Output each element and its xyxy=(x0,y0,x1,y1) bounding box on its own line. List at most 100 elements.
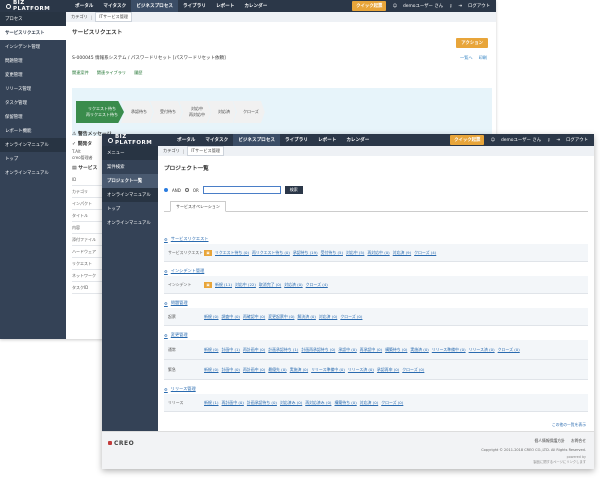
nav-calendar[interactable]: カレンダー xyxy=(341,134,374,146)
sidebar-item-service-request[interactable]: サービスリクエスト xyxy=(0,26,66,40)
user-icon: ☺ xyxy=(490,137,496,143)
settings-icon: ⚙ xyxy=(164,386,168,392)
nav-business-process[interactable]: ビジネスプロセス xyxy=(131,0,178,12)
folder-icon: ▣ xyxy=(204,249,212,256)
breadcrumb-it-service[interactable]: ITサービス管理 xyxy=(187,146,225,156)
related-cases-link[interactable]: 関連案件 xyxy=(72,70,89,76)
breadcrumb-it-service[interactable]: ITサービス管理 xyxy=(95,12,133,22)
sidebar-item-release[interactable]: リリース管理 xyxy=(0,82,66,96)
nav-calendar[interactable]: カレンダー xyxy=(239,0,272,12)
assignee-role: creo管理者 xyxy=(72,155,93,160)
sidebar-item-project-list[interactable]: プロジェクト一覧 xyxy=(102,174,158,188)
flow-step-request-wait[interactable]: リクエスト待ち 再リクエスト待ち xyxy=(76,101,124,123)
group-incident: ⚙ インシデント管理 インシデント ▣ 新規 (11) 対応中 (22) 取消完了 (… xyxy=(164,266,588,294)
main-nav: ポータル マイタスク ビジネスプロセス ライブラリ レポート カレンダー xyxy=(172,134,374,146)
top-navbar: BIZ PLATFORM ポータル マイタスク ビジネスプロセス ライブラリ レ… xyxy=(102,134,594,146)
sidebar-item-online-manual[interactable]: オンラインマニュアル xyxy=(0,166,66,180)
quick-access-button[interactable]: クイック起票 xyxy=(450,135,485,145)
assignee-name: T.Alt xyxy=(72,149,81,154)
flow-step-approval-wait[interactable]: 承認待ち xyxy=(121,101,153,123)
service-heading: ▤ サービス xyxy=(72,166,98,171)
sidebar-header-manual: オンラインマニュアル xyxy=(0,138,66,152)
settings-icon: ⚙ xyxy=(164,300,168,306)
sidebar-item-online-manual[interactable]: オンラインマニュアル xyxy=(102,216,158,230)
settings-icon: ⚙ xyxy=(164,268,168,274)
search-input[interactable] xyxy=(202,186,281,194)
logout-link[interactable]: ログアウト xyxy=(566,137,588,143)
sidebar-item-case-search[interactable]: 案件検索 xyxy=(102,160,158,174)
privacy-policy-link[interactable]: 個人情報保護方針 xyxy=(534,438,564,444)
and-radio[interactable] xyxy=(164,188,168,192)
app-logo[interactable]: BIZ PLATFORM xyxy=(0,0,70,12)
or-radio[interactable] xyxy=(184,188,189,192)
sidebar-item-top[interactable]: トップ xyxy=(102,202,158,216)
nav-library[interactable]: ライブラリ xyxy=(178,0,211,12)
sidebar-item-problem[interactable]: 問題管理 xyxy=(0,54,66,68)
record-title: S-000045 情報系システム / パスワードリセット [パスワードリセット依… xyxy=(72,56,226,61)
sidebar-item-top[interactable]: トップ xyxy=(0,152,66,166)
nav-my-task[interactable]: マイタスク xyxy=(200,134,233,146)
group-problem: ⚙ 問題管理 起票 新規 (0) 調査中 (0) 再確認中 (0) 変更起票中 (0) 解… xyxy=(164,298,588,326)
settings-icon: ⚙ xyxy=(164,236,168,242)
main-nav: ポータル マイタスク ビジネスプロセス ライブラリ レポート カレンダー xyxy=(70,0,272,12)
sidebar-item-change[interactable]: 変更管理 xyxy=(0,68,66,82)
footer: CREO 個人情報保護方針 お問合せ Copyright © 2011-2018… xyxy=(102,431,594,469)
flow-step-done[interactable]: 対応済 xyxy=(208,101,236,123)
back-to-list-link[interactable]: 一覧へ xyxy=(460,55,473,61)
contact-link[interactable]: お問合せ xyxy=(571,438,586,444)
nav-report[interactable]: レポート xyxy=(313,134,341,146)
group-row: 通常 新規 (0) 計画中 (1) 再計画中 (0) 計画承認待ち (1) 計画再承認待… xyxy=(164,340,588,360)
app-logo[interactable]: BIZ PLATFORM xyxy=(102,134,172,146)
flow-step-in-progress[interactable]: 対応中 再対応中 xyxy=(179,101,211,123)
breadcrumb: カテゴリ | ITサービス管理 xyxy=(66,12,496,22)
tab-bar: サービスオペレーション xyxy=(164,201,588,212)
user-name[interactable]: demoユーザー さん xyxy=(501,137,541,143)
folder-icon: ▣ xyxy=(204,281,212,288)
nav-portal[interactable]: ポータル xyxy=(172,134,200,146)
key-icon[interactable]: ⚷ xyxy=(547,138,550,143)
status-links: 新規 (0) 計画中 (0) 再計画中 (0) 最優先 (0) 実施済 (0) リリース準… xyxy=(204,366,425,372)
nav-portal[interactable]: ポータル xyxy=(70,0,98,12)
nav-library[interactable]: ライブラリ xyxy=(280,134,313,146)
copyright: Copyright © 2011-2018 CREO CO.,LTD. All … xyxy=(481,448,586,452)
open-tasks-heading: ✓ 開発タ xyxy=(72,142,93,147)
sidebar-item-hold[interactable]: 保留管理 xyxy=(0,110,66,124)
logout-link[interactable]: ログアウト xyxy=(468,3,490,9)
quick-access-button[interactable]: クイック起票 xyxy=(352,1,387,11)
sidebar-header-manual: オンラインマニュアル xyxy=(102,188,158,202)
creo-logo: CREO xyxy=(108,440,134,447)
history-link[interactable]: 履歴 xyxy=(134,70,142,76)
sidebar-item-task[interactable]: タスク管理 xyxy=(0,96,66,110)
settings-icon: ⚙ xyxy=(164,332,168,338)
main-content: プロジェクト一覧 AND OR 検索 サービスオペレーション ⚙ サービスリクエス… xyxy=(158,156,594,469)
logo-icon xyxy=(108,137,113,143)
key-icon[interactable]: ⚷ xyxy=(449,4,452,9)
powered-by[interactable]: powered by 製品に関するページにリンクします xyxy=(533,455,586,464)
flow-step-closed[interactable]: クローズ xyxy=(233,101,265,123)
group-row: リリース 新規 (1) 再計画中 (0) 計画承認待ち (0) 対応済み (0) 再対応… xyxy=(164,394,588,412)
logout-icon: ⇥ xyxy=(458,3,463,9)
nav-my-task[interactable]: マイタスク xyxy=(98,0,131,12)
flow-step-accept-wait[interactable]: 受付待ち xyxy=(150,101,182,123)
breadcrumb-category[interactable]: カテゴリ xyxy=(71,14,88,20)
tab-service-operation[interactable]: サービスオペレーション xyxy=(170,201,226,212)
nav-report[interactable]: レポート xyxy=(211,0,239,12)
related-library-link[interactable]: 関連ライブラリ xyxy=(97,70,126,76)
top-navbar: BIZ PLATFORM ポータル マイタスク ビジネスプロセス ライブラリ レ… xyxy=(0,0,496,12)
sidebar-header-menu: メニュー xyxy=(102,146,158,160)
user-name[interactable]: demoユーザー さん xyxy=(403,3,443,9)
sidebar-item-incident[interactable]: インシデント管理 xyxy=(0,40,66,54)
action-button[interactable]: アクション xyxy=(456,38,488,48)
status-links: 新規 (1) 再計画中 (0) 計画承認待ち (0) 対応済み (0) 再対応済み (0… xyxy=(204,399,404,405)
show-more-link[interactable]: この他の一覧を表示 xyxy=(552,422,586,428)
logo-text: BIZ PLATFORM xyxy=(12,0,51,12)
search-button[interactable]: 検索 xyxy=(284,186,303,194)
sidebar-header-process: プロセス xyxy=(0,12,66,26)
page-title: プロジェクト一覧 xyxy=(164,166,209,172)
print-link[interactable]: 印刷 xyxy=(479,55,487,61)
sidebar-item-report[interactable]: レポート機能 xyxy=(0,124,66,138)
nav-business-process[interactable]: ビジネスプロセス xyxy=(233,134,280,146)
breadcrumb-category[interactable]: カテゴリ xyxy=(163,148,180,154)
breadcrumb: カテゴリ | ITサービス管理 xyxy=(158,146,594,156)
page-title: サービスリクエスト xyxy=(72,30,123,36)
